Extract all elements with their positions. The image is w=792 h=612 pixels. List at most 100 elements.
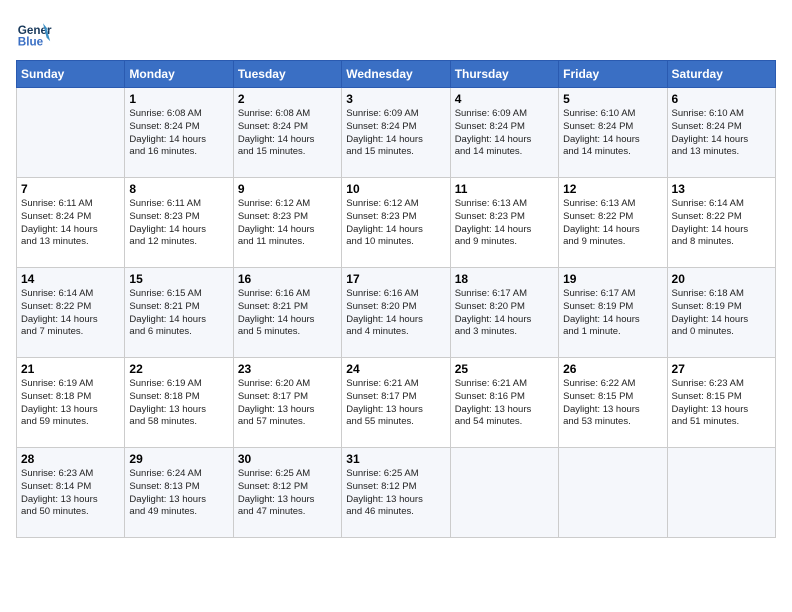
calendar-cell: 12 Sunrise: 6:13 AM Sunset: 8:22 PM Dayli… (559, 178, 667, 268)
day-info: Sunrise: 6:16 AM Sunset: 8:20 PM Dayligh… (346, 288, 445, 339)
calendar-cell: 11 Sunrise: 6:13 AM Sunset: 8:23 PM Dayli… (450, 178, 558, 268)
calendar-cell: 27 Sunrise: 6:23 AM Sunset: 8:15 PM Dayli… (667, 358, 775, 448)
day-info: Sunrise: 6:10 AM Sunset: 8:24 PM Dayligh… (563, 108, 662, 159)
calendar-cell (17, 88, 125, 178)
calendar-cell: 17 Sunrise: 6:16 AM Sunset: 8:20 PM Dayli… (342, 268, 450, 358)
day-info: Sunrise: 6:15 AM Sunset: 8:21 PM Dayligh… (129, 288, 228, 339)
calendar-cell: 7Sunrise: 6:11 AM Sunset: 8:24 PM Daylig… (17, 178, 125, 268)
day-number: 2 (238, 92, 337, 106)
day-info: Sunrise: 6:16 AM Sunset: 8:21 PM Dayligh… (238, 288, 337, 339)
day-info: Sunrise: 6:25 AM Sunset: 8:12 PM Dayligh… (346, 468, 445, 519)
calendar-cell: 1 Sunrise: 6:08 AM Sunset: 8:24 PM Daylig… (125, 88, 233, 178)
day-number: 19 (563, 272, 662, 286)
day-info: Sunrise: 6:13 AM Sunset: 8:23 PM Dayligh… (455, 198, 554, 249)
day-number: 11 (455, 182, 554, 196)
day-info: Sunrise: 6:12 AM Sunset: 8:23 PM Dayligh… (346, 198, 445, 249)
calendar-cell: 18 Sunrise: 6:17 AM Sunset: 8:20 PM Dayli… (450, 268, 558, 358)
day-info: Sunrise: 6:25 AM Sunset: 8:12 PM Dayligh… (238, 468, 337, 519)
day-number: 12 (563, 182, 662, 196)
day-number: 31 (346, 452, 445, 466)
calendar-cell: 29 Sunrise: 6:24 AM Sunset: 8:13 PM Dayli… (125, 448, 233, 538)
day-info: Sunrise: 6:13 AM Sunset: 8:22 PM Dayligh… (563, 198, 662, 249)
calendar-week-5: 28 Sunrise: 6:23 AM Sunset: 8:14 PM Dayli… (17, 448, 776, 538)
day-number: 14 (21, 272, 120, 286)
day-info: Sunrise: 6:14 AM Sunset: 8:22 PM Dayligh… (672, 198, 771, 249)
header-tuesday: Tuesday (233, 61, 341, 88)
calendar-cell: 13 Sunrise: 6:14 AM Sunset: 8:22 PM Dayli… (667, 178, 775, 268)
day-number: 15 (129, 272, 228, 286)
day-info: Sunrise: 6:17 AM Sunset: 8:20 PM Dayligh… (455, 288, 554, 339)
day-info: Sunrise: 6:21 AM Sunset: 8:17 PM Dayligh… (346, 378, 445, 429)
calendar-cell: 20 Sunrise: 6:18 AM Sunset: 8:19 PM Dayli… (667, 268, 775, 358)
day-info: Sunrise: 6:19 AM Sunset: 8:18 PM Dayligh… (129, 378, 228, 429)
calendar-cell: 3Sunrise: 6:09 AM Sunset: 8:24 PM Daylig… (342, 88, 450, 178)
calendar-cell: 8 Sunrise: 6:11 AM Sunset: 8:23 PM Daylig… (125, 178, 233, 268)
calendar-table: SundayMondayTuesdayWednesdayThursdayFrid… (16, 60, 776, 538)
day-info: Sunrise: 6:24 AM Sunset: 8:13 PM Dayligh… (129, 468, 228, 519)
header-sunday: Sunday (17, 61, 125, 88)
header-wednesday: Wednesday (342, 61, 450, 88)
day-number: 6 (672, 92, 771, 106)
calendar-week-3: 14 Sunrise: 6:14 AM Sunset: 8:22 PM Dayli… (17, 268, 776, 358)
day-info: Sunrise: 6:11 AM Sunset: 8:23 PM Dayligh… (129, 198, 228, 249)
header-monday: Monday (125, 61, 233, 88)
calendar-cell (667, 448, 775, 538)
calendar-week-2: 7Sunrise: 6:11 AM Sunset: 8:24 PM Daylig… (17, 178, 776, 268)
day-number: 13 (672, 182, 771, 196)
calendar-cell: 16Sunrise: 6:16 AM Sunset: 8:21 PM Dayli… (233, 268, 341, 358)
day-number: 22 (129, 362, 228, 376)
day-info: Sunrise: 6:12 AM Sunset: 8:23 PM Dayligh… (238, 198, 337, 249)
day-number: 21 (21, 362, 120, 376)
calendar-cell: 4Sunrise: 6:09 AM Sunset: 8:24 PM Daylig… (450, 88, 558, 178)
logo: General Blue (16, 16, 56, 52)
day-number: 4 (455, 92, 554, 106)
calendar-cell: 6 Sunrise: 6:10 AM Sunset: 8:24 PM Daylig… (667, 88, 775, 178)
calendar-week-4: 21 Sunrise: 6:19 AM Sunset: 8:18 PM Dayli… (17, 358, 776, 448)
calendar-cell: 2 Sunrise: 6:08 AM Sunset: 8:24 PM Daylig… (233, 88, 341, 178)
logo-icon: General Blue (16, 16, 52, 52)
header-thursday: Thursday (450, 61, 558, 88)
calendar-cell: 21 Sunrise: 6:19 AM Sunset: 8:18 PM Dayli… (17, 358, 125, 448)
calendar-cell: 28 Sunrise: 6:23 AM Sunset: 8:14 PM Dayli… (17, 448, 125, 538)
calendar-cell: 15 Sunrise: 6:15 AM Sunset: 8:21 PM Dayli… (125, 268, 233, 358)
day-number: 8 (129, 182, 228, 196)
calendar-cell: 10 Sunrise: 6:12 AM Sunset: 8:23 PM Dayli… (342, 178, 450, 268)
day-info: Sunrise: 6:19 AM Sunset: 8:18 PM Dayligh… (21, 378, 120, 429)
day-info: Sunrise: 6:21 AM Sunset: 8:16 PM Dayligh… (455, 378, 554, 429)
day-info: Sunrise: 6:22 AM Sunset: 8:15 PM Dayligh… (563, 378, 662, 429)
day-number: 24 (346, 362, 445, 376)
calendar-cell: 25Sunrise: 6:21 AM Sunset: 8:16 PM Dayli… (450, 358, 558, 448)
calendar-cell: 24 Sunrise: 6:21 AM Sunset: 8:17 PM Dayli… (342, 358, 450, 448)
day-number: 3 (346, 92, 445, 106)
day-info: Sunrise: 6:23 AM Sunset: 8:15 PM Dayligh… (672, 378, 771, 429)
calendar-cell: 26 Sunrise: 6:22 AM Sunset: 8:15 PM Dayli… (559, 358, 667, 448)
day-number: 28 (21, 452, 120, 466)
day-number: 27 (672, 362, 771, 376)
day-info: Sunrise: 6:18 AM Sunset: 8:19 PM Dayligh… (672, 288, 771, 339)
day-number: 1 (129, 92, 228, 106)
calendar-cell: 22 Sunrise: 6:19 AM Sunset: 8:18 PM Dayli… (125, 358, 233, 448)
calendar-cell: 14 Sunrise: 6:14 AM Sunset: 8:22 PM Dayli… (17, 268, 125, 358)
calendar-cell: 19Sunrise: 6:17 AM Sunset: 8:19 PM Dayli… (559, 268, 667, 358)
day-number: 17 (346, 272, 445, 286)
calendar-cell: 5 Sunrise: 6:10 AM Sunset: 8:24 PM Daylig… (559, 88, 667, 178)
day-info: Sunrise: 6:23 AM Sunset: 8:14 PM Dayligh… (21, 468, 120, 519)
day-number: 5 (563, 92, 662, 106)
day-info: Sunrise: 6:10 AM Sunset: 8:24 PM Dayligh… (672, 108, 771, 159)
day-number: 9 (238, 182, 337, 196)
day-number: 26 (563, 362, 662, 376)
calendar-cell (559, 448, 667, 538)
day-number: 18 (455, 272, 554, 286)
day-number: 23 (238, 362, 337, 376)
day-number: 30 (238, 452, 337, 466)
day-info: Sunrise: 6:14 AM Sunset: 8:22 PM Dayligh… (21, 288, 120, 339)
day-number: 20 (672, 272, 771, 286)
calendar-cell: 31 Sunrise: 6:25 AM Sunset: 8:12 PM Dayli… (342, 448, 450, 538)
day-info: Sunrise: 6:08 AM Sunset: 8:24 PM Dayligh… (238, 108, 337, 159)
calendar-cell: 23Sunrise: 6:20 AM Sunset: 8:17 PM Dayli… (233, 358, 341, 448)
day-number: 29 (129, 452, 228, 466)
svg-text:Blue: Blue (18, 36, 44, 49)
calendar-header-row: SundayMondayTuesdayWednesdayThursdayFrid… (17, 61, 776, 88)
day-info: Sunrise: 6:08 AM Sunset: 8:24 PM Dayligh… (129, 108, 228, 159)
day-number: 10 (346, 182, 445, 196)
